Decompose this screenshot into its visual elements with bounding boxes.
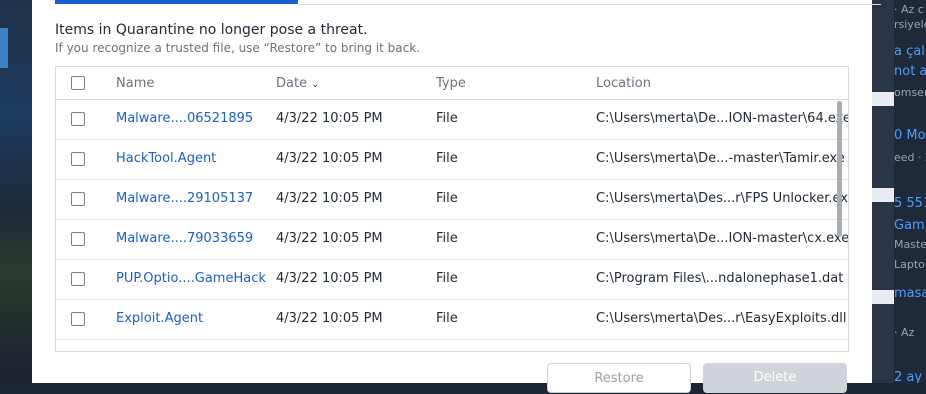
bg-text: 0 Mo (894, 128, 926, 143)
row-checkbox[interactable] (71, 272, 85, 286)
threat-name-link[interactable]: Malware....79033659 (116, 231, 253, 246)
background-left (0, 0, 32, 383)
row-location: C:\Users\merta\Des...r\FPS Unlocker.exe (596, 191, 849, 206)
row-checkbox[interactable] (71, 312, 85, 326)
row-location: C:\Users\merta\De...-master\Tamir.exe (596, 151, 845, 166)
row-checkbox[interactable] (71, 232, 85, 246)
threat-name-link[interactable]: PUP.Optio....GameHack (116, 271, 266, 286)
delete-button[interactable]: Delete (703, 363, 847, 393)
bg-text: · Az (894, 326, 915, 339)
bg-text: eed · Z (894, 151, 926, 164)
table-header: Name Date ⌄ Type Location (56, 67, 848, 100)
row-checkbox[interactable] (71, 152, 85, 166)
bg-text: a çal (894, 44, 925, 59)
background-strip (872, 0, 894, 383)
table-row[interactable]: PUP.Optio....GameHack 4/3/22 10:05 PM Fi… (56, 259, 848, 300)
row-type: File (436, 271, 458, 286)
row-date: 4/3/22 10:05 PM (276, 311, 383, 326)
row-date: 4/3/22 10:05 PM (276, 111, 383, 126)
restore-button[interactable]: Restore (547, 363, 691, 393)
select-all-checkbox[interactable] (71, 76, 85, 90)
background-accent (0, 28, 8, 68)
bg-text: Lapto (894, 258, 925, 271)
row-type: File (436, 151, 458, 166)
bg-text: 2 ay (894, 370, 923, 383)
row-type: File (436, 231, 458, 246)
threat-name-link[interactable]: Exploit.Agent (116, 311, 203, 326)
threat-name-link[interactable]: Malware....06521895 (116, 111, 253, 126)
table-row[interactable] (56, 339, 848, 351)
quarantine-dialog: Items in Quarantine no longer pose a thr… (32, 0, 881, 393)
bg-text: omser (894, 86, 926, 99)
bg-text: Maste (894, 238, 926, 251)
quarantine-subline: If you recognize a trusted file, use “Re… (55, 41, 421, 55)
table-row[interactable]: Malware....06521895 4/3/22 10:05 PM File… (56, 99, 848, 140)
bg-text: 5 551 (894, 196, 926, 211)
column-header-type[interactable]: Type (436, 76, 466, 91)
row-location: C:\Users\merta\Des...r\EasyExploits.dll (596, 311, 847, 326)
bg-text: Gam (894, 218, 925, 233)
row-date: 4/3/22 10:05 PM (276, 151, 383, 166)
row-location: C:\Users\merta\De...ION-master\cx.exe (596, 231, 849, 246)
quarantine-headline: Items in Quarantine no longer pose a thr… (55, 22, 368, 38)
threat-name-link[interactable]: Malware....29105137 (116, 191, 253, 206)
table-row[interactable]: HackTool.Agent 4/3/22 10:05 PM File C:\U… (56, 139, 848, 180)
row-location: C:\Users\merta\De...ION-master\64.exe (596, 111, 849, 126)
column-header-name[interactable]: Name (116, 76, 154, 91)
column-header-date[interactable]: Date ⌄ (276, 76, 319, 91)
column-header-location[interactable]: Location (596, 76, 651, 91)
row-date: 4/3/22 10:05 PM (276, 271, 383, 286)
bg-text: rsiyele (894, 18, 926, 31)
table-row[interactable]: Exploit.Agent 4/3/22 10:05 PM File C:\Us… (56, 299, 848, 340)
table-row[interactable]: Malware....79033659 4/3/22 10:05 PM File… (56, 219, 848, 260)
row-checkbox[interactable] (71, 192, 85, 206)
chevron-down-icon: ⌄ (311, 79, 320, 90)
row-date: 4/3/22 10:05 PM (276, 231, 383, 246)
bg-text: not a (894, 64, 926, 79)
row-checkbox[interactable] (71, 112, 85, 126)
row-type: File (436, 191, 458, 206)
bg-text: · Az c (894, 3, 924, 16)
table-scrollbar[interactable] (837, 101, 842, 237)
row-type: File (436, 111, 458, 126)
active-tab-indicator (55, 0, 298, 4)
bg-text: masa (894, 286, 926, 301)
background-right: · Az c rsiyele a çal not a omser 0 Mo ee… (872, 0, 926, 383)
column-header-date-label: Date (276, 76, 308, 91)
row-type: File (436, 311, 458, 326)
table-row[interactable]: Malware....29105137 4/3/22 10:05 PM File… (56, 179, 848, 220)
tab-divider (298, 4, 881, 5)
row-location: C:\Program Files\...ndalonephase1.dat (596, 271, 844, 286)
quarantine-table: Name Date ⌄ Type Location Malware....0652… (55, 66, 849, 352)
threat-name-link[interactable]: HackTool.Agent (116, 151, 216, 166)
row-date: 4/3/22 10:05 PM (276, 191, 383, 206)
